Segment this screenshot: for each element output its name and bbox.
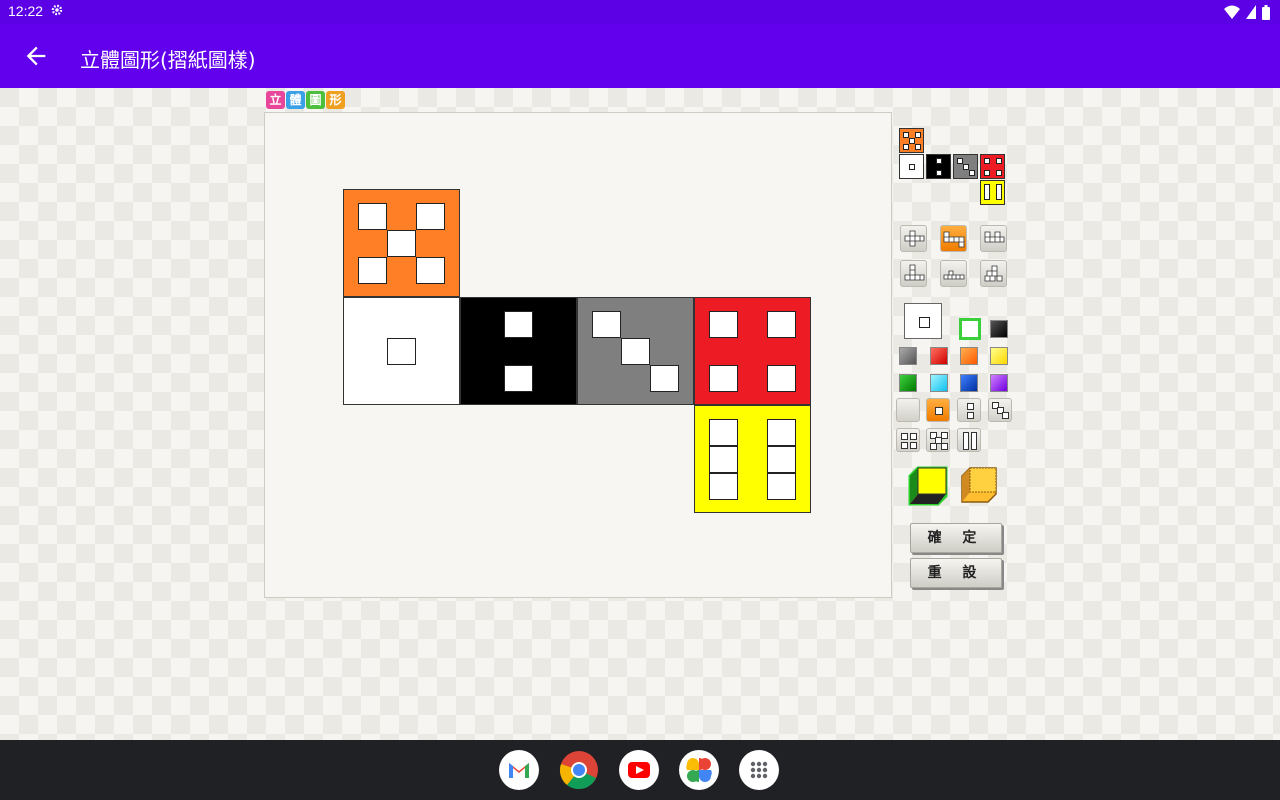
cube-face-black[interactable] [460,297,577,405]
pip [650,365,679,392]
pip [592,311,621,338]
pattern-button-1[interactable] [926,398,950,422]
color-swatch-green[interactable] [899,374,917,392]
reset-button[interactable]: 重 設 [910,558,1002,588]
net-canvas[interactable] [264,112,892,598]
page-title: 立體圖形(摺紙圖樣) [80,48,256,72]
pattern-button-6[interactable] [957,428,981,452]
pip [416,203,445,230]
pattern-button-5[interactable] [926,428,950,452]
pip [767,365,796,392]
wifi-icon [1224,5,1240,19]
logo-char: 形 [326,91,345,109]
color-swatch-orange[interactable] [960,347,978,365]
color-swatch-red[interactable] [930,347,948,365]
pip [504,365,533,392]
back-arrow-icon[interactable] [22,42,50,70]
logo-char: 立 [266,91,285,109]
pattern-button-0[interactable] [896,398,920,422]
pip [709,446,738,473]
net-shape-button-3[interactable] [980,225,1007,252]
mini-face-gray [953,154,978,179]
selected-face-preview [904,303,942,339]
battery-icon [1262,4,1270,20]
logo-char: 體 [286,91,305,109]
net-shape-button-2[interactable] [940,225,967,252]
pip [621,338,650,365]
pip [709,419,738,446]
net-shape-icon [904,230,925,247]
photos-icon[interactable] [679,750,719,790]
color-swatch-black[interactable] [990,320,1008,338]
net-shape-button-6[interactable] [980,260,1007,287]
cube-face-gray[interactable] [577,297,694,405]
pip [709,365,738,392]
signal-icon [1246,5,1256,19]
color-swatch-purple[interactable] [990,374,1008,392]
mini-face-orange [899,128,924,153]
net-shape-button-5[interactable] [940,260,967,287]
mini-face-red [980,154,1005,179]
net-shape-icon [943,231,965,248]
color-swatch-yellow[interactable] [990,347,1008,365]
youtube-icon[interactable] [619,750,659,790]
confirm-button[interactable]: 確 定 [910,523,1002,553]
net-shape-button-1[interactable] [900,225,927,252]
mini-face-black [926,154,951,179]
net-shape-icon [943,270,965,280]
color-swatch-cyan[interactable] [930,374,948,392]
pattern-button-4[interactable] [896,428,920,452]
app-drawer-icon[interactable] [739,750,779,790]
logo-char: 圖 [306,91,325,109]
net-shape-icon [984,265,1003,282]
mini-face-yellow [980,180,1005,205]
net-shape-button-4[interactable] [900,260,927,287]
net-shape-icon [984,231,1005,243]
status-bar: 12:22 [0,0,1280,24]
color-swatch-white[interactable] [959,318,981,340]
net-shape-icon [904,264,925,281]
pip [358,203,387,230]
pip [504,311,533,338]
pattern-button-2[interactable] [957,398,981,422]
pip [767,473,796,500]
app-bar: 立體圖形(摺紙圖樣) [0,24,1280,88]
pip [767,311,796,338]
pip [709,473,738,500]
chrome-icon[interactable] [559,750,599,790]
status-time: 12:22 [8,3,44,19]
navigation-dock [0,740,1280,800]
color-swatch-gray[interactable] [899,347,917,365]
pip [416,257,445,284]
settings-gear-icon [51,4,63,16]
cube-transparent-view-icon[interactable] [958,466,1000,506]
pip [387,338,416,365]
cube-face-red[interactable] [694,297,811,405]
pip [387,230,416,257]
gmail-icon[interactable] [499,750,539,790]
cube-face-orange[interactable] [343,189,460,297]
pip [767,446,796,473]
cube-solid-view-icon[interactable] [906,466,950,508]
cube-face-yellow[interactable] [694,405,811,513]
mini-face-white [899,154,924,179]
pip [358,257,387,284]
pip [767,419,796,446]
app-logo: 立 體 圖 形 [266,91,345,109]
cube-face-white[interactable] [343,297,460,405]
pip [709,311,738,338]
color-swatch-blue[interactable] [960,374,978,392]
pattern-button-3[interactable] [988,398,1012,422]
